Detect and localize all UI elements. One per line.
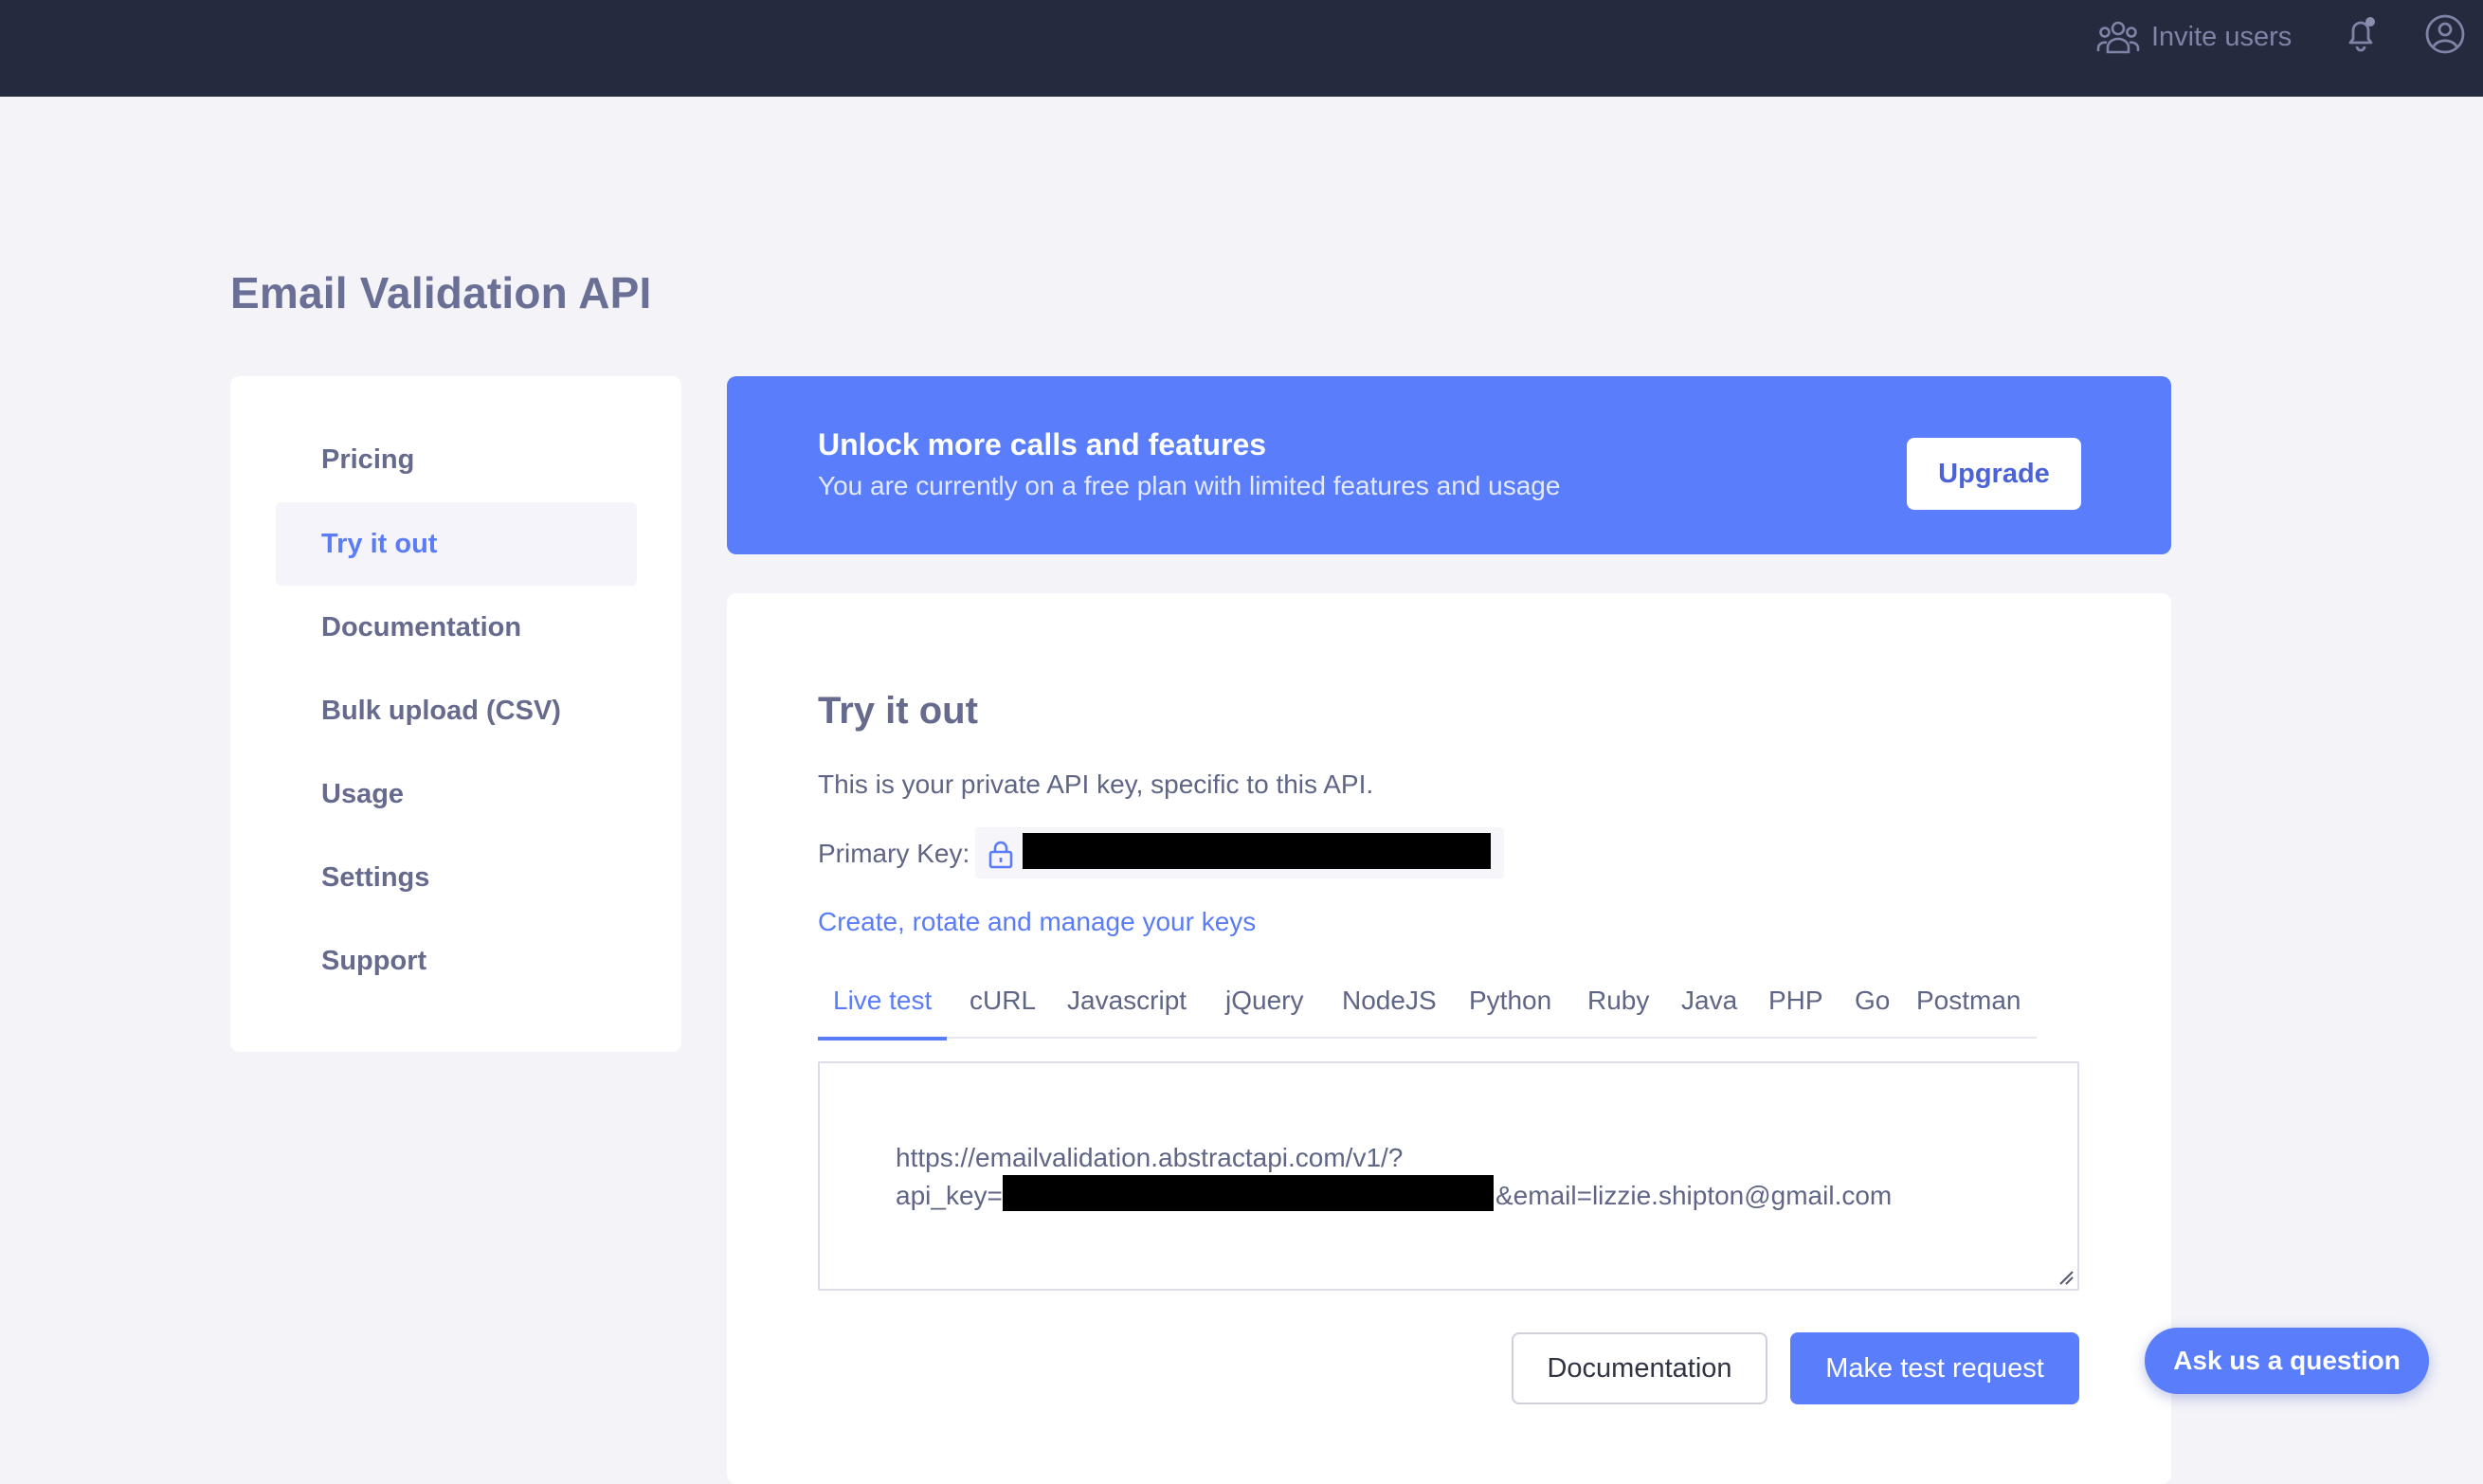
banner-title: Unlock more calls and features	[818, 427, 1267, 461]
sidebar-item-documentation[interactable]: Documentation	[276, 586, 637, 669]
banner-subtitle: You are currently on a free plan with li…	[818, 471, 1561, 500]
make-test-request-button[interactable]: Make test request	[1790, 1332, 2079, 1404]
code-tabs: Live test cURL Javascript jQuery NodeJS …	[818, 980, 2037, 1041]
users-icon	[2096, 21, 2140, 54]
redacted-api-key-in-url	[1003, 1175, 1494, 1211]
redacted-api-key	[1023, 833, 1491, 869]
tab-postman[interactable]: Postman	[1916, 980, 2021, 1039]
invite-users-button[interactable]: Invite users	[2096, 17, 2292, 57]
card-title: Try it out	[818, 690, 978, 732]
sidebar-item-settings[interactable]: Settings	[276, 836, 637, 919]
sidebar-item-support[interactable]: Support	[276, 919, 637, 1003]
upgrade-banner: Unlock more calls and features You are c…	[727, 376, 2171, 554]
tab-go[interactable]: Go	[1855, 980, 1890, 1039]
try-it-out-card: Try it out This is your private API key,…	[727, 593, 2171, 1484]
tab-curl[interactable]: cURL	[970, 980, 1036, 1039]
card-description: This is your private API key, specific t…	[818, 769, 1374, 799]
request-url-line1: https://emailvalidation.abstractapi.com/…	[896, 1143, 1404, 1172]
sidebar: Pricing Try it out Documentation Bulk up…	[230, 376, 681, 1052]
resize-handle-icon[interactable]	[2057, 1268, 2074, 1285]
ask-question-chat-button[interactable]: Ask us a question	[2145, 1328, 2429, 1394]
tab-live-test[interactable]: Live test	[818, 980, 948, 1041]
manage-keys-link[interactable]: Create, rotate and manage your keys	[818, 907, 1256, 937]
tab-javascript[interactable]: Javascript	[1067, 980, 1187, 1039]
tab-ruby[interactable]: Ruby	[1587, 980, 1649, 1039]
bell-icon[interactable]	[2339, 13, 2383, 57]
user-circle-icon[interactable]	[2424, 13, 2466, 55]
sidebar-item-usage[interactable]: Usage	[276, 752, 637, 836]
lock-icon[interactable]	[987, 840, 1015, 870]
tab-java[interactable]: Java	[1681, 980, 1737, 1039]
tab-nodejs[interactable]: NodeJS	[1342, 980, 1437, 1039]
tab-php[interactable]: PHP	[1768, 980, 1823, 1039]
request-url-api-key-prefix: api_key=	[896, 1181, 1003, 1210]
tab-python[interactable]: Python	[1469, 980, 1551, 1039]
top-navbar: Invite users	[0, 0, 2483, 97]
primary-key-label: Primary Key:	[818, 839, 970, 868]
sidebar-item-bulk-upload[interactable]: Bulk upload (CSV)	[276, 669, 637, 752]
invite-users-label: Invite users	[2151, 21, 2293, 52]
page-title: Email Validation API	[230, 268, 652, 317]
documentation-button[interactable]: Documentation	[1512, 1332, 1767, 1404]
tab-jquery[interactable]: jQuery	[1225, 980, 1303, 1039]
request-url-email-param: &email=lizzie.shipton@gmail.com	[1495, 1181, 1893, 1210]
upgrade-button[interactable]: Upgrade	[1907, 438, 2081, 510]
sidebar-item-try-it-out[interactable]: Try it out	[276, 502, 637, 586]
sidebar-item-pricing[interactable]: Pricing	[276, 418, 637, 501]
request-url-textarea[interactable]: https://emailvalidation.abstractapi.com/…	[818, 1061, 2079, 1291]
